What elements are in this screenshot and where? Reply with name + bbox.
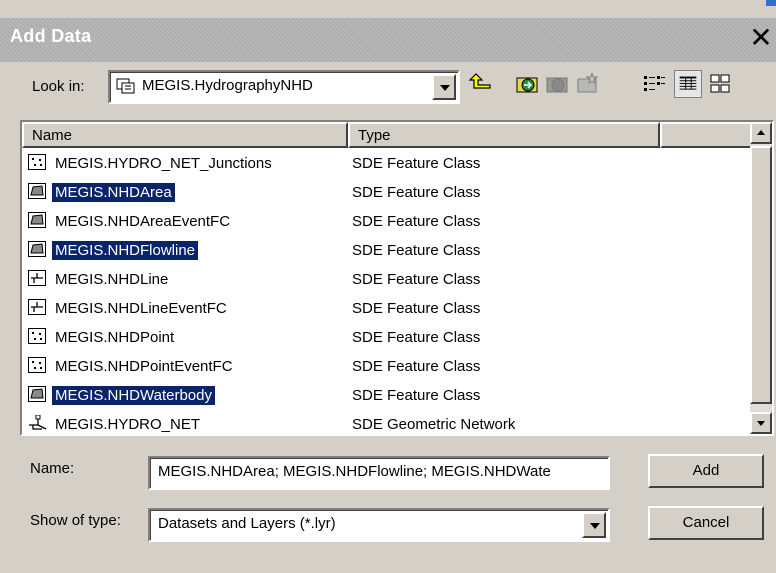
item-type: SDE Feature Class xyxy=(352,242,481,259)
item-name: MEGIS.HYDRO_NET xyxy=(55,416,201,433)
item-type: SDE Geometric Network xyxy=(352,416,516,433)
item-name: MEGIS.NHDWaterbody xyxy=(52,386,215,405)
list-item[interactable]: MEGIS.NHDAreaEventFC SDE Feature Class xyxy=(22,208,752,237)
line-featureclass-icon xyxy=(28,299,46,315)
item-name: MEGIS.NHDAreaEventFC xyxy=(55,213,231,230)
show-of-type-value: Datasets and Layers (*.lyr) xyxy=(158,515,336,532)
item-type: SDE Feature Class xyxy=(352,358,481,375)
new-folder-icon[interactable] xyxy=(574,70,602,98)
polygon-featureclass-icon xyxy=(28,183,46,199)
polygon-featureclass-icon xyxy=(28,386,46,402)
look-in-value: MEGIS.HydrographyNHD xyxy=(142,77,313,94)
connect-folder-icon[interactable] xyxy=(514,70,542,98)
geometric-network-icon xyxy=(28,414,47,431)
list-item[interactable]: MEGIS.NHDFlowline SDE Feature Class xyxy=(22,237,752,266)
item-type: SDE Feature Class xyxy=(352,271,481,288)
show-of-type-label: Show of type: xyxy=(30,512,121,529)
name-input[interactable]: MEGIS.NHDArea; MEGIS.NHDFlowline; MEGIS.… xyxy=(148,456,610,490)
list-item[interactable]: MEGIS.NHDWaterbody SDE Feature Class xyxy=(22,382,752,411)
window-title: Add Data xyxy=(10,26,92,46)
polygon-featureclass-icon xyxy=(28,212,46,228)
point-featureclass-icon xyxy=(28,154,46,170)
look-in-dropdown-button[interactable] xyxy=(432,74,456,100)
column-header-blank[interactable] xyxy=(660,122,752,148)
list-item[interactable]: MEGIS.NHDLine SDE Feature Class xyxy=(22,266,752,295)
thumbnails-view-icon[interactable] xyxy=(706,70,734,98)
list-view-icon[interactable] xyxy=(640,70,668,98)
list-item[interactable]: MEGIS.NHDArea SDE Feature Class xyxy=(22,179,752,208)
name-label: Name: xyxy=(30,460,75,477)
name-input-value: MEGIS.NHDArea; MEGIS.NHDFlowline; MEGIS.… xyxy=(158,463,551,480)
title-bar[interactable]: Add Data ✕ xyxy=(0,18,776,62)
item-type: SDE Feature Class xyxy=(352,213,481,230)
list-item[interactable]: MEGIS.NHDPoint SDE Feature Class xyxy=(22,324,752,353)
item-name: MEGIS.NHDArea xyxy=(52,183,175,202)
file-list[interactable]: Name Type MEGIS.HYDRO_NET_Junctions SDE … xyxy=(20,120,774,436)
point-featureclass-icon xyxy=(28,328,46,344)
disconnect-folder-icon[interactable] xyxy=(544,70,572,98)
item-type: SDE Feature Class xyxy=(352,155,481,172)
column-header-name[interactable]: Name xyxy=(22,122,348,148)
up-one-level-icon[interactable] xyxy=(466,70,494,98)
list-item[interactable]: MEGIS.HYDRO_NET SDE Geometric Network xyxy=(22,411,752,434)
look-in-dropdown[interactable]: MEGIS.HydrographyNHD xyxy=(108,70,460,104)
point-featureclass-icon xyxy=(28,357,46,373)
item-type: SDE Feature Class xyxy=(352,184,481,201)
list-item[interactable]: MEGIS.NHDLineEventFC SDE Feature Class xyxy=(22,295,752,324)
list-item[interactable]: MEGIS.NHDPointEventFC SDE Feature Class xyxy=(22,353,752,382)
database-icon xyxy=(116,78,136,94)
scroll-up-button[interactable] xyxy=(750,122,772,144)
item-name: MEGIS.NHDPointEventFC xyxy=(55,358,233,375)
column-header-type[interactable]: Type xyxy=(348,122,660,148)
scroll-thumb[interactable] xyxy=(750,146,772,404)
look-in-label: Look in: xyxy=(32,78,85,95)
item-name: MEGIS.HYDRO_NET_Junctions xyxy=(55,155,272,172)
item-type: SDE Feature Class xyxy=(352,300,481,317)
vertical-scrollbar[interactable] xyxy=(750,122,772,434)
close-button[interactable]: ✕ xyxy=(746,20,776,56)
polygon-featureclass-icon xyxy=(28,241,46,257)
scroll-down-button[interactable] xyxy=(750,412,772,434)
item-name: MEGIS.NHDFlowline xyxy=(52,241,199,260)
window-edge-accent xyxy=(766,0,776,6)
item-type: SDE Feature Class xyxy=(352,329,481,346)
cancel-button[interactable]: Cancel xyxy=(648,506,764,540)
details-view-icon[interactable] xyxy=(674,70,702,98)
item-name: MEGIS.NHDLine xyxy=(55,271,169,288)
add-button[interactable]: Add xyxy=(648,454,764,488)
list-item[interactable]: MEGIS.HYDRO_NET_Junctions SDE Feature Cl… xyxy=(22,150,752,179)
item-name: MEGIS.NHDLineEventFC xyxy=(55,300,227,317)
show-of-type-dropdown-button[interactable] xyxy=(582,512,606,538)
item-type: SDE Feature Class xyxy=(352,387,481,404)
item-name: MEGIS.NHDPoint xyxy=(55,329,175,346)
show-of-type-dropdown[interactable]: Datasets and Layers (*.lyr) xyxy=(148,508,610,542)
line-featureclass-icon xyxy=(28,270,46,286)
